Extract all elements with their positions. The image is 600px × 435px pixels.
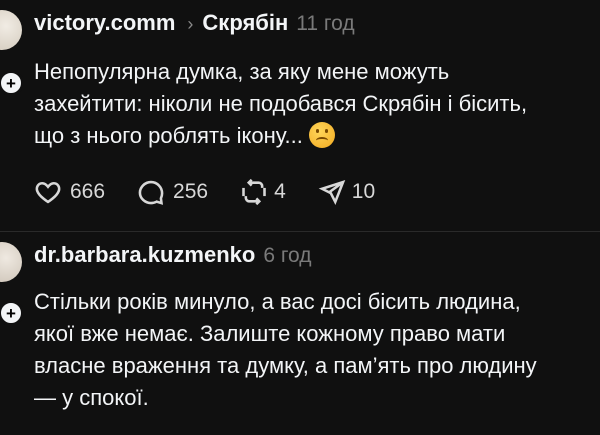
like-button[interactable]: 666	[34, 178, 105, 206]
post-text-line: що з нього роблять ікону...	[34, 120, 600, 152]
follow-plus-icon[interactable]: +	[0, 70, 24, 96]
timestamp: 6 год	[263, 244, 312, 267]
repost-count: 4	[274, 180, 286, 203]
reply-text-line: — у спокої.	[34, 385, 149, 410]
post-header: victory.comm › Скрябін 11 год	[34, 10, 355, 36]
community-name[interactable]: Скрябін	[202, 10, 288, 36]
comment-button[interactable]: 256	[137, 178, 208, 206]
post-text-line: Непопулярна думка, за яку мене можуть	[34, 59, 450, 84]
reply-text-line: якої вже немає. Залиште кожному право ма…	[34, 321, 506, 346]
reply-header: dr.barbara.kuzmenko 6 год	[34, 242, 312, 268]
post-text: Непопулярна думка, за яку мене можуть за…	[34, 56, 600, 152]
avatar[interactable]	[0, 10, 22, 50]
reply-text-line: власне враження та думку, а пам’ять про …	[34, 353, 537, 378]
comment-bubble-icon	[138, 180, 164, 205]
share-count: 10	[351, 180, 376, 203]
post-text-line-content: що з нього роблять ікону...	[34, 123, 303, 148]
post-text-line: захейтити: ніколи не подобався Скрябін і…	[34, 91, 528, 116]
avatar[interactable]	[0, 242, 22, 282]
timestamp: 11 год	[296, 12, 355, 35]
post-actions: 666 256 4 10	[34, 178, 407, 206]
repost-icon	[242, 178, 266, 206]
share-button[interactable]: 10	[318, 178, 375, 206]
upside-down-face-emoji-icon	[309, 122, 336, 148]
repost-button[interactable]: 4	[240, 178, 286, 206]
comment-count: 256	[173, 180, 209, 203]
chevron-right-icon: ›	[187, 14, 194, 34]
reply-text-line: Стільки років минуло, а вас досі бісить …	[34, 289, 521, 314]
username[interactable]: dr.barbara.kuzmenko	[34, 242, 255, 268]
username[interactable]: victory.comm	[34, 10, 175, 36]
reply-text: Стільки років минуло, а вас досі бісить …	[34, 286, 600, 414]
heart-icon	[35, 181, 61, 204]
like-count: 666	[70, 180, 106, 203]
send-icon	[318, 180, 346, 206]
